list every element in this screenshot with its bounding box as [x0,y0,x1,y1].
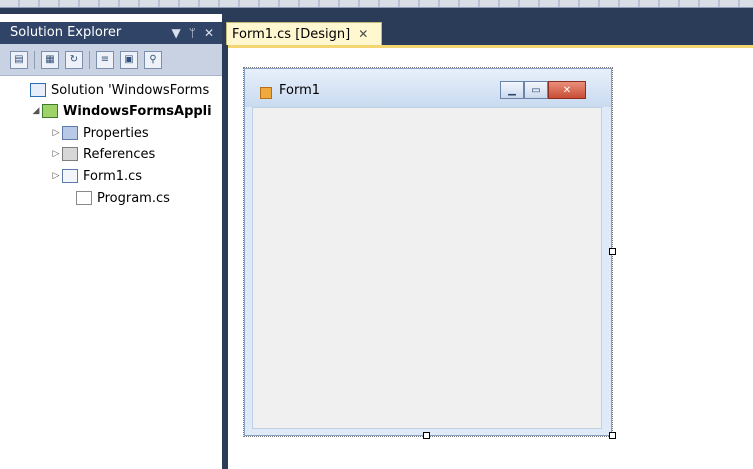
main-toolbar-strip [0,0,753,8]
panel-title: Solution Explorer [10,25,122,40]
tree-item-properties[interactable]: ▷ Properties [50,123,149,143]
toolbar-divider [89,50,90,69]
pin-icon[interactable]: ᛘ [189,22,196,44]
collapse-arrow-icon[interactable]: ◢ [30,106,42,116]
close-form-icon[interactable]: ✕ [548,81,586,99]
caption-buttons: ▁ ▭ ✕ [500,81,586,99]
solution-icon [30,83,46,97]
resize-handle-bottom[interactable] [423,432,430,439]
form-icon [260,87,272,99]
tree-item-project[interactable]: ◢ WindowsFormsAppli [30,101,212,121]
view-designer-icon[interactable]: ▣ [120,50,138,69]
tree-item-label: Properties [83,125,149,141]
panel-toolbar: ▤ ▦ ↻ ≡ ▣ ⚲ [0,44,222,76]
class-diagram-icon[interactable]: ⚲ [144,50,162,69]
solution-explorer-panel: Solution Explorer ▼ ᛘ ✕ ▤ ▦ ↻ ≡ ▣ ⚲ Solu… [0,14,222,469]
tree-item-program[interactable]: Program.cs [76,188,170,208]
close-tab-icon[interactable]: ✕ [358,27,368,41]
tab-label: Form1.cs [Design] [232,26,351,42]
properties-folder-icon [62,126,78,140]
form-title: Form1 [279,83,321,98]
dropdown-icon[interactable]: ▼ [172,22,181,44]
resize-handle-corner[interactable] [609,432,616,439]
solution-label: Solution 'WindowsForms [51,82,210,98]
close-icon[interactable]: ✕ [204,22,214,44]
maximize-icon[interactable]: ▭ [524,81,548,99]
references-icon [62,147,78,161]
panel-controls: ▼ ᛘ ✕ [172,22,215,44]
view-code-icon[interactable]: ≡ [96,50,114,69]
expand-arrow-icon[interactable]: ▷ [50,171,62,181]
refresh-icon[interactable]: ↻ [65,50,83,69]
form-file-icon [62,169,78,183]
tree-item-form1[interactable]: ▷ Form1.cs [50,166,143,186]
form1-designer-window[interactable]: Form1 ▁ ▭ ✕ [243,67,613,437]
resize-handle-right[interactable] [609,248,616,255]
expand-arrow-icon[interactable]: ▷ [50,149,62,159]
tree-item-label: Program.cs [97,190,170,206]
csharp-file-icon [76,191,92,205]
tree-item-label: References [83,146,156,162]
tree-item-references[interactable]: ▷ References [50,144,156,164]
minimize-icon[interactable]: ▁ [500,81,524,99]
tree-item-solution[interactable]: Solution 'WindowsForms [30,80,209,100]
panel-title-bar: Solution Explorer ▼ ᛘ ✕ [0,22,222,44]
properties-icon[interactable]: ▤ [10,50,28,69]
tree-item-label: Form1.cs [83,168,143,184]
show-all-files-icon[interactable]: ▦ [41,50,59,69]
form-title-bar: Form1 ▁ ▭ ✕ [245,69,611,107]
toolbar-divider [34,50,35,69]
expand-arrow-icon[interactable]: ▷ [50,128,62,138]
csharp-project-icon [42,104,58,118]
tab-form1-design[interactable]: Form1.cs [Design] ✕ [226,22,382,45]
project-label: WindowsFormsAppli [63,103,212,119]
form-client-area[interactable] [252,107,602,429]
